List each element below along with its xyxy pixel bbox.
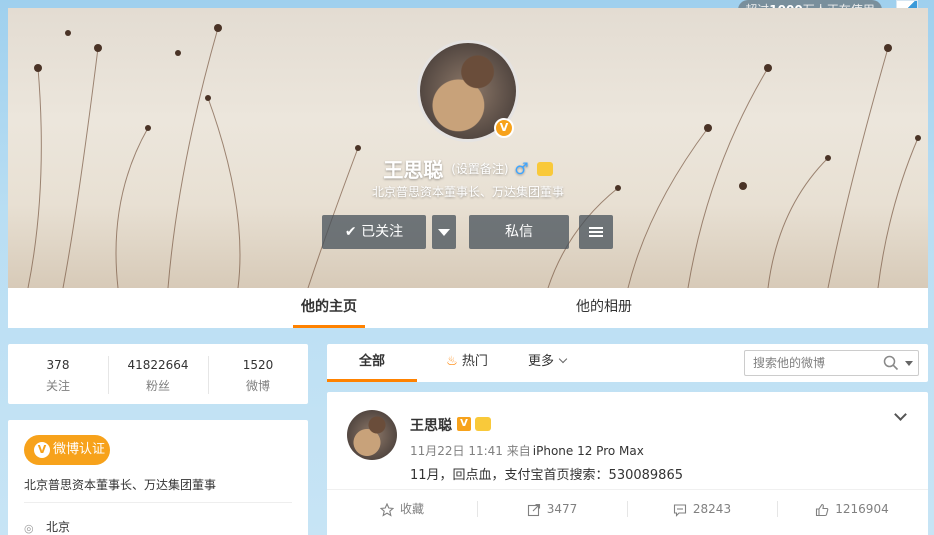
star-icon — [379, 502, 395, 517]
divider — [24, 502, 292, 503]
search-options-caret-icon[interactable] — [905, 361, 913, 366]
post-source-prefix: 来自 — [506, 444, 531, 458]
follow-options-button[interactable] — [432, 215, 456, 249]
stats-card: 378 关注 41822664 粉丝 1520 微博 — [8, 344, 308, 404]
like-count: 1216904 — [835, 502, 889, 516]
profile-cover: V 王思聪 (设置备注) ♂ 北京普思资本董事长、万达集团董事 ✔ 已关注 私信 — [8, 8, 928, 288]
repost-button[interactable]: 3477 — [477, 490, 627, 528]
search-icon[interactable] — [883, 355, 899, 371]
stat-value: 1520 — [242, 358, 274, 372]
verification-description: 北京普思资本董事长、万达集团董事 — [24, 478, 217, 492]
comment-count: 28243 — [692, 502, 732, 516]
stat-posts[interactable]: 1520 微博 — [208, 344, 308, 404]
male-gender-icon: ♂ — [514, 159, 529, 178]
vip-member-icon[interactable] — [536, 161, 553, 176]
menu-icon — [589, 227, 603, 237]
feed-tab-hot[interactable]: ♨ 热门 — [427, 344, 507, 382]
post-meta: 11月22日 11:41 来自 iPhone 12 Pro Max — [410, 442, 644, 459]
chevron-down-icon — [558, 354, 568, 364]
post-author-name[interactable]: 王思聪 — [410, 415, 452, 435]
set-remark-link[interactable]: (设置备注) — [451, 162, 508, 176]
post-author-avatar[interactable] — [347, 410, 397, 460]
search-box — [744, 350, 919, 376]
repost-icon — [527, 503, 540, 516]
profile-name: 王思聪 — [383, 158, 444, 182]
repost-count: 3477 — [546, 502, 578, 516]
post-source: iPhone 12 Pro Max — [532, 444, 644, 458]
feed-filter-bar: 全部 ♨ 热门 更多 — [327, 344, 928, 382]
stat-followers[interactable]: 41822664 粉丝 — [108, 344, 208, 404]
comment-button[interactable]: 28243 — [627, 490, 777, 528]
fire-icon: ♨ — [446, 354, 458, 369]
private-message-button[interactable]: 私信 — [469, 215, 569, 249]
favorite-button[interactable]: 收藏 — [327, 490, 477, 528]
weibo-verification-badge[interactable]: V 微博认证 — [24, 435, 110, 465]
feed-tab-more[interactable]: 更多 — [517, 344, 577, 382]
location-row: ◎ 北京 — [24, 518, 70, 535]
feed-tab-all[interactable]: 全部 — [327, 344, 417, 382]
more-menu-button[interactable] — [579, 215, 613, 249]
verified-badge-icon: V — [494, 118, 514, 138]
following-button[interactable]: ✔ 已关注 — [322, 215, 426, 249]
thumbs-up-icon — [816, 503, 829, 516]
stat-label: 粉丝 — [145, 379, 170, 393]
post-text: 11月，回点血，支付宝首页搜索：530089865 — [410, 468, 683, 483]
caret-down-icon — [438, 228, 450, 236]
post-time[interactable]: 11月22日 11:41 — [410, 444, 503, 458]
post-card: 王思聪 V 11月22日 11:41 来自 iPhone 12 Pro Max 1… — [327, 392, 928, 535]
vip-member-icon[interactable] — [475, 417, 491, 431]
stat-value: 378 — [46, 358, 70, 372]
verified-badge-icon: V — [457, 417, 471, 431]
location-text: 北京 — [46, 520, 71, 534]
location-pin-icon: ◎ — [24, 521, 34, 535]
post-action-bar: 收藏 3477 28243 1216904 — [327, 489, 928, 527]
search-input[interactable] — [745, 351, 875, 375]
verified-v-icon: V — [34, 441, 50, 458]
comment-icon — [673, 503, 686, 517]
stat-value: 41822664 — [127, 358, 189, 372]
stat-label: 关注 — [45, 379, 70, 393]
tab-album[interactable]: 他的相册 — [568, 288, 640, 328]
tab-home[interactable]: 他的主页 — [293, 288, 365, 328]
verification-badge-label: 微博认证 — [53, 442, 106, 457]
verification-card: V 微博认证 北京普思资本董事长、万达集团董事 ◎ 北京 — [8, 420, 308, 535]
like-button[interactable]: 1216904 — [777, 490, 927, 528]
profile-bio: 北京普思资本董事长、万达集团董事 — [371, 185, 564, 199]
profile-name-row: 王思聪 (设置备注) ♂ — [8, 154, 928, 183]
stat-following[interactable]: 378 关注 — [8, 344, 108, 404]
favorite-label: 收藏 — [399, 502, 424, 516]
feed-tab-hot-label: 热门 — [461, 354, 488, 369]
feed-tab-more-label: 更多 — [527, 354, 554, 369]
profile-tabs: 他的主页 他的相册 — [8, 288, 928, 328]
stat-label: 微博 — [245, 379, 270, 393]
post-options-chevron-icon[interactable] — [894, 410, 906, 422]
